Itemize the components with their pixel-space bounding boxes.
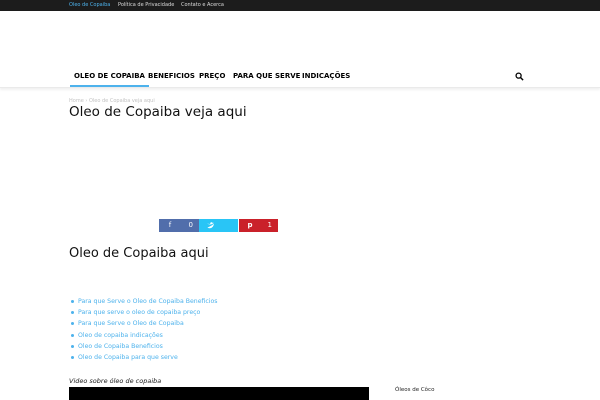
topbar-link-privacidade[interactable]: Política de Privacidade [118, 0, 174, 11]
nav-item-preco[interactable]: PREÇO [199, 65, 225, 87]
content-heading: Oleo de Copaiba aqui [69, 246, 209, 261]
nav-item-para-que-serve[interactable]: PARA QUE SERVE [233, 65, 300, 87]
share-pinterest-button[interactable]: p 1 [239, 219, 278, 232]
top-bar: Oleo de Copaiba Política de Privacidade … [0, 0, 600, 11]
list-item[interactable]: Oleo de Copaiba para que serve [69, 352, 218, 363]
list-item[interactable]: Oleo de Copaiba Beneficios [69, 341, 218, 352]
twitter-icon [207, 222, 214, 229]
list-item[interactable]: Para que Serve o Oleo de Copaiba Benefic… [69, 296, 218, 307]
nav-item-beneficios[interactable]: BENEFICIOS [148, 65, 195, 87]
share-facebook-button[interactable]: f 0 [159, 219, 199, 232]
content-link-list: Para que Serve o Oleo de Copaiba Benefic… [69, 296, 218, 363]
video-caption: Video sobre óleo de copaiba [69, 377, 162, 385]
page-title: Oleo de Copaiba veja aqui [69, 104, 247, 120]
nav-item-oleo-de-copaiba[interactable]: OLEO DE COPAIBA [70, 65, 149, 87]
share-count-pinterest: 1 [267, 221, 272, 229]
nav-item-label: BENEFICIOS [148, 72, 195, 80]
share-count-facebook: 0 [188, 221, 193, 229]
nav-item-label: PARA QUE SERVE [233, 72, 301, 80]
nav-item-indicacoes[interactable]: INDICAÇÕES [302, 65, 350, 87]
search-icon[interactable] [515, 72, 524, 81]
nav-item-label: INDICAÇÕES [302, 72, 351, 80]
nav-item-label: OLEO DE COPAIBA [74, 72, 145, 80]
share-twitter-button[interactable] [199, 219, 238, 232]
list-item[interactable]: Oleo de copaiba indicações [69, 330, 218, 341]
main-nav: OLEO DE COPAIBA BENEFICIOS PREÇO PARA QU… [0, 65, 600, 88]
topbar-link-oleo-de-copaiba[interactable]: Oleo de Copaiba [69, 0, 110, 11]
nav-item-label: PREÇO [199, 72, 226, 80]
topbar-link-contato[interactable]: Contato e Acerca [181, 0, 224, 11]
video-player[interactable] [69, 387, 369, 400]
pinterest-icon: p [247, 221, 253, 229]
sidebar-title: Óleos de Côco [395, 387, 435, 393]
facebook-icon: f [168, 221, 172, 229]
list-item[interactable]: Para que serve o oleo de copaiba preço [69, 307, 218, 318]
list-item[interactable]: Para que Serve o Oleo de Copaiba [69, 318, 218, 329]
